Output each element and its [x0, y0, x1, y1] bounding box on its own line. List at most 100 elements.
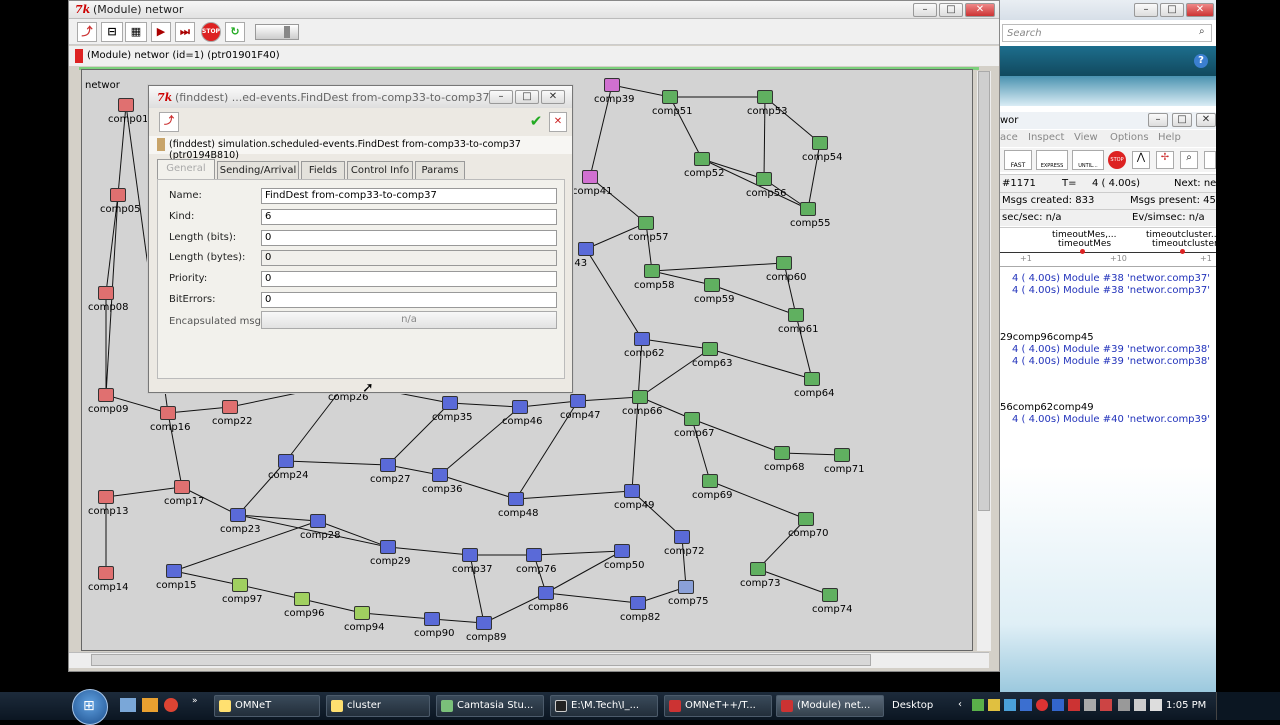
- computer-node-icon[interactable]: [644, 264, 660, 278]
- computer-node-icon[interactable]: [424, 612, 440, 626]
- computer-node-icon[interactable]: [570, 394, 586, 408]
- computer-node-icon[interactable]: [788, 308, 804, 322]
- show-desktop-button[interactable]: [1216, 692, 1280, 720]
- computer-node-icon[interactable]: [294, 592, 310, 606]
- taskbar-item-omnetpp[interactable]: OMNeT++/T...: [664, 695, 772, 717]
- module-window-titlebar[interactable]: 7k (Module) networ – □ ✕: [69, 1, 999, 19]
- tray-app-icon[interactable]: [1020, 699, 1032, 711]
- computer-node-icon[interactable]: [757, 90, 773, 104]
- computer-node-icon[interactable]: [232, 578, 248, 592]
- computer-node-icon[interactable]: [804, 372, 820, 386]
- options-icon[interactable]: [1204, 151, 1216, 169]
- computer-node-icon[interactable]: [354, 606, 370, 620]
- tray-app-icon[interactable]: [1084, 699, 1096, 711]
- tray-app-icon[interactable]: [988, 699, 1000, 711]
- menu-help[interactable]: Help: [1158, 132, 1181, 143]
- fast-run-button[interactable]: FAST: [1004, 150, 1032, 170]
- taskbar-item-cluster[interactable]: cluster: [326, 695, 430, 717]
- kind-field[interactable]: 6: [261, 209, 557, 225]
- dialog-maximize-button[interactable]: □: [515, 90, 539, 104]
- computer-node-icon[interactable]: [632, 390, 648, 404]
- tray-app-icon[interactable]: [1036, 699, 1048, 711]
- name-field[interactable]: FindDest from-comp33-to-comp37: [261, 188, 557, 204]
- clock[interactable]: 1:05 PM: [1166, 700, 1206, 711]
- computer-node-icon[interactable]: [98, 490, 114, 504]
- computer-node-icon[interactable]: [582, 170, 598, 184]
- computer-node-icon[interactable]: [462, 548, 478, 562]
- computer-node-icon[interactable]: [638, 216, 654, 230]
- computer-node-icon[interactable]: [702, 474, 718, 488]
- run-until-button[interactable]: UNTIL...: [1072, 150, 1104, 170]
- minimize-button[interactable]: –: [913, 3, 937, 17]
- apply-check-icon[interactable]: ✔: [526, 112, 546, 132]
- vertical-scroll-thumb[interactable]: [978, 71, 990, 511]
- timeline[interactable]: timeoutMes,... timeoutMes timeoutcluster…: [1000, 227, 1219, 265]
- module-icon[interactable]: ⊟: [101, 22, 123, 42]
- menu-inspect[interactable]: Inspect: [1028, 132, 1064, 143]
- computer-node-icon[interactable]: [634, 332, 650, 346]
- sim-close-button[interactable]: ✕: [1196, 113, 1216, 127]
- outer-maximize-button[interactable]: □: [1160, 3, 1184, 17]
- search-icon[interactable]: ⌕: [1199, 26, 1205, 37]
- computer-node-icon[interactable]: [704, 278, 720, 292]
- computer-node-icon[interactable]: [630, 596, 646, 610]
- computer-node-icon[interactable]: [694, 152, 710, 166]
- computer-node-icon[interactable]: [674, 530, 690, 544]
- length-bits-field[interactable]: 0: [261, 230, 557, 246]
- run-icon[interactable]: ⏭: [175, 22, 195, 42]
- menu-view[interactable]: View: [1074, 132, 1098, 143]
- computer-node-icon[interactable]: [578, 242, 594, 256]
- computer-node-icon[interactable]: [380, 458, 396, 472]
- encapsulated-button[interactable]: n/a: [261, 311, 557, 329]
- menu-simulate[interactable]: ace: [1000, 132, 1018, 143]
- taskbar-item-module[interactable]: (Module) net...: [776, 695, 884, 717]
- computer-node-icon[interactable]: [310, 514, 326, 528]
- express-run-button[interactable]: EXPRESS: [1036, 150, 1068, 170]
- computer-node-icon[interactable]: [174, 480, 190, 494]
- stop-icon[interactable]: STOP: [201, 22, 221, 42]
- network-tray-icon[interactable]: [1134, 699, 1146, 711]
- find-icon[interactable]: ⌕: [1180, 151, 1198, 169]
- taskbar-item-camtasia[interactable]: Camtasia Stu...: [436, 695, 544, 717]
- computer-node-icon[interactable]: [508, 492, 524, 506]
- volume-icon[interactable]: [1150, 699, 1162, 711]
- outer-close-button[interactable]: ✕: [1186, 3, 1214, 17]
- zoom-slider-handle[interactable]: [284, 26, 290, 38]
- computer-node-icon[interactable]: [98, 286, 114, 300]
- sim-maximize-button[interactable]: □: [1172, 113, 1192, 127]
- computer-node-icon[interactable]: [166, 564, 182, 578]
- desktop-toolbar[interactable]: Desktop: [892, 700, 933, 711]
- vertical-scrollbar[interactable]: [977, 71, 991, 651]
- show-desktop-icon[interactable]: [120, 698, 136, 712]
- computer-node-icon[interactable]: [604, 78, 620, 92]
- sim-minimize-button[interactable]: –: [1148, 113, 1168, 127]
- help-icon[interactable]: ?: [1194, 54, 1208, 68]
- computer-node-icon[interactable]: [98, 566, 114, 580]
- computer-node-icon[interactable]: [614, 544, 630, 558]
- computer-node-icon[interactable]: [822, 588, 838, 602]
- dialog-minimize-button[interactable]: –: [489, 90, 513, 104]
- computer-node-icon[interactable]: [702, 342, 718, 356]
- computer-node-icon[interactable]: [684, 412, 700, 426]
- tab-control-info[interactable]: Control Info: [347, 161, 413, 179]
- outer-minimize-button[interactable]: –: [1134, 3, 1158, 17]
- computer-node-icon[interactable]: [222, 400, 238, 414]
- computer-node-icon[interactable]: [118, 98, 134, 112]
- taskbar-item-cmd[interactable]: E:\M.Tech\I_...: [550, 695, 658, 717]
- tab-general[interactable]: General: [157, 159, 215, 179]
- computer-node-icon[interactable]: [662, 90, 678, 104]
- computer-node-icon[interactable]: [110, 188, 126, 202]
- stop-icon[interactable]: STOP: [1108, 151, 1126, 169]
- menu-options[interactable]: Options: [1110, 132, 1149, 143]
- computer-node-icon[interactable]: [380, 540, 396, 554]
- computer-node-icon[interactable]: [526, 548, 542, 562]
- up-arrow-icon[interactable]: ⤴: [77, 22, 97, 42]
- computer-node-icon[interactable]: [624, 484, 640, 498]
- tray-expand-icon[interactable]: ‹: [958, 699, 962, 710]
- network-icon[interactable]: ⋀: [1132, 151, 1150, 169]
- computer-node-icon[interactable]: [432, 468, 448, 482]
- media-player-icon[interactable]: [142, 698, 158, 712]
- horizontal-scroll-thumb[interactable]: [91, 654, 871, 666]
- tab-fields[interactable]: Fields: [301, 161, 345, 179]
- close-button[interactable]: ✕: [965, 3, 995, 17]
